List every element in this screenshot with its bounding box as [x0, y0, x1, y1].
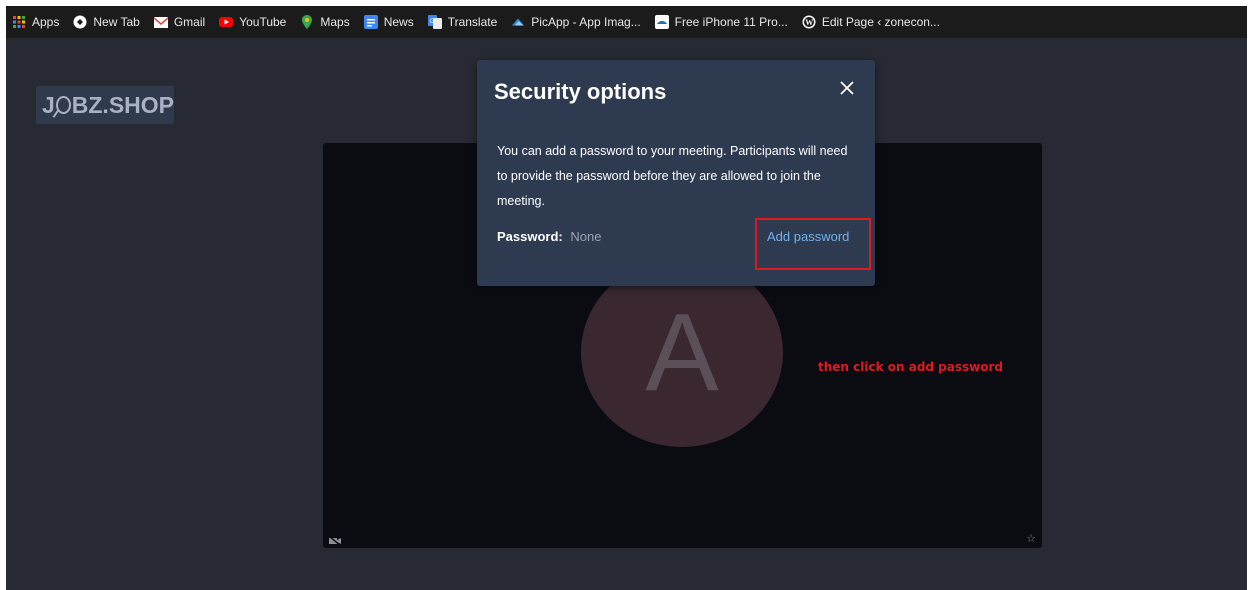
bookmark-label: News	[383, 15, 414, 29]
bookmark-label: New Tab	[93, 15, 140, 29]
maps-pin-icon	[300, 15, 314, 29]
translate-icon: G	[427, 15, 442, 29]
star-icon[interactable]: ☆	[1026, 532, 1036, 545]
youtube-icon	[219, 15, 234, 29]
password-value: None	[570, 229, 602, 244]
password-row: Password: None	[497, 229, 601, 244]
camera-off-icon	[328, 533, 342, 547]
bookmark-apps[interactable]: Apps	[6, 10, 65, 34]
new-tab-icon	[73, 15, 87, 29]
jobz-shop-logo: J BZ.SHOP	[36, 86, 174, 124]
magnifier-icon	[55, 96, 71, 114]
bookmarks-bar: Apps New Tab Gmail YouTube Maps News G T…	[6, 6, 1247, 38]
annotation-text: then click on add password	[818, 360, 1003, 374]
bookmark-label: PicApp - App Imag...	[531, 15, 641, 29]
avatar: A	[581, 258, 783, 447]
bookmark-picapp[interactable]: PicApp - App Imag...	[505, 10, 646, 34]
bookmark-label: Maps	[320, 15, 350, 29]
apps-grid-icon	[12, 15, 26, 29]
bookmark-iphone[interactable]: Free iPhone 11 Pro...	[649, 10, 794, 34]
bookmark-translate[interactable]: G Translate	[422, 10, 504, 34]
news-icon	[363, 15, 378, 29]
bookmark-news[interactable]: News	[358, 10, 420, 34]
dialog-description: You can add a password to your meeting. …	[497, 144, 848, 208]
svg-text:G: G	[430, 19, 435, 25]
bookmark-maps[interactable]: Maps	[294, 10, 355, 34]
bookmark-youtube[interactable]: YouTube	[213, 10, 292, 34]
dialog-title: Security options	[494, 79, 667, 104]
bookmark-label: YouTube	[239, 15, 287, 29]
close-icon[interactable]	[836, 77, 858, 99]
password-label: Password:	[497, 229, 563, 244]
annotation-highlight-box	[755, 218, 871, 270]
logo-text-end: BZ.SHOP	[71, 91, 174, 118]
svg-text:W: W	[805, 18, 813, 27]
gmail-icon	[153, 15, 168, 29]
bookmark-wordpress[interactable]: W Edit Page ‹ zonecon...	[796, 10, 946, 34]
bookmark-new-tab[interactable]: New Tab	[67, 10, 145, 34]
bookmark-label: Free iPhone 11 Pro...	[674, 15, 788, 29]
bookmark-label: Gmail	[173, 15, 206, 29]
bookmark-gmail[interactable]: Gmail	[148, 10, 211, 34]
iphone-site-icon	[654, 15, 669, 29]
bookmark-label: Edit Page ‹ zonecon...	[821, 15, 940, 29]
picapp-icon	[511, 15, 525, 29]
bookmark-label: Translate	[447, 15, 498, 29]
wordpress-icon: W	[802, 15, 816, 29]
bookmark-label: Apps	[32, 15, 60, 29]
